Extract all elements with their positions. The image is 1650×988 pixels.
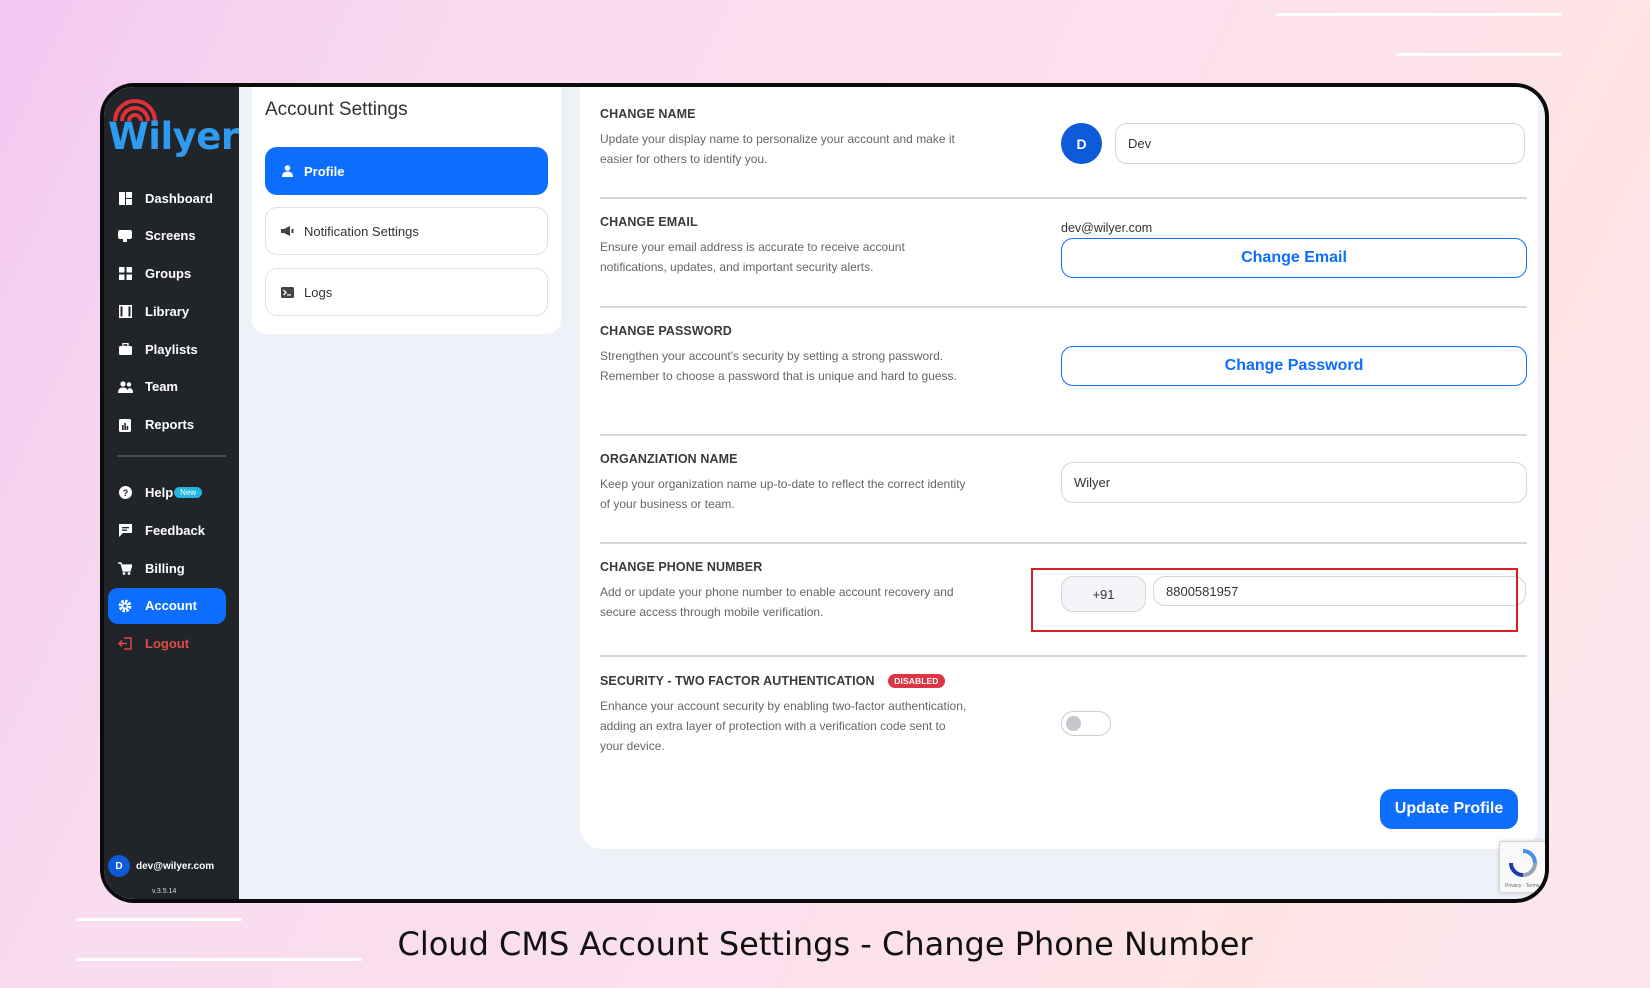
users-icon [117,379,133,395]
change-name-section: CHANGE NAME Update your display name to … [600,107,1527,169]
user-email: dev@wilyer.com [136,860,215,872]
section-divider [600,197,1527,199]
name-input[interactable] [1115,123,1525,164]
account-settings-menu: Account Settings Profile Notification Se… [252,87,561,334]
avatar: D [1061,123,1102,164]
section-title: CHANGE NAME [600,107,696,121]
tab-label: Profile [304,163,345,179]
toggle-knob [1066,716,1081,731]
gear-icon [117,598,133,614]
sidebar-item-label: Feedback [145,522,205,538]
film-icon [117,303,133,319]
sidebar-item-label: Reports [145,417,195,432]
sidebar-nav: Dashboard Screens Groups Library Playlis… [104,180,239,663]
terminal-icon [280,285,294,299]
section-description: Enhance your account security by enablin… [600,699,967,753]
sidebar-item-account[interactable]: Account [108,587,226,624]
logo-wordmark: Wilyer [108,115,239,158]
decorative-line [76,918,242,921]
sidebar-item-label: Dashboard [145,190,213,206]
section-description: Keep your organization name up-to-date t… [600,477,966,511]
dashboard-icon [117,190,133,206]
sidebar-item-label: Logout [145,636,190,651]
sidebar-item-label: Help [145,485,174,500]
new-badge: New [174,487,203,498]
megaphone-icon [280,224,294,238]
status-badge: DISABLED [888,674,945,688]
update-profile-button[interactable]: Update Profile [1380,789,1518,829]
sidebar-item-team[interactable]: Team [104,369,239,405]
section-description: Add or update your phone number to enabl… [600,585,954,619]
profile-settings-card: CHANGE NAME Update your display name to … [580,87,1538,849]
section-divider [600,434,1527,436]
section-title-text: SECURITY - TWO FACTOR AUTHENTICATION [600,674,875,688]
sidebar-item-dashboard[interactable]: Dashboard [104,180,239,216]
sidebar-item-label: Groups [145,266,192,281]
decorative-line [1276,13,1562,16]
app-version: v.3.5.14 [152,888,177,895]
recaptcha-badge[interactable]: Privacy - Terms [1499,841,1545,893]
highlight-box [1031,568,1518,632]
sidebar-item-groups[interactable]: Groups [104,256,239,292]
sidebar-item-label: Screens [145,228,196,244]
organization-section: ORGANZIATION NAME Keep your organization… [600,452,1527,514]
sidebar-item-label: Account [145,598,197,614]
wilyer-logo[interactable]: Wilyer [108,97,239,159]
tab-profile[interactable]: Profile [265,147,548,195]
help-icon: ? [117,485,133,501]
sidebar-item-logout[interactable]: Logout [104,626,239,662]
sidebar-item-feedback[interactable]: Feedback [104,512,239,548]
sidebar-divider [117,454,226,457]
sidebar-item-label: Library [145,303,190,319]
tab-notification-settings[interactable]: Notification Settings [265,207,548,255]
section-description: Strengthen your account's security by se… [600,349,957,383]
change-email-section: CHANGE EMAIL Ensure your email address i… [600,215,1527,278]
report-icon [117,417,133,433]
section-description: Update your display name to personalize … [600,132,955,166]
section-divider [600,306,1527,308]
app-window: Wilyer Dashboard Screens Groups Library … [100,83,1549,903]
organization-input[interactable] [1061,462,1527,503]
grid-icon [117,266,133,282]
current-email: dev@wilyer.com [1061,221,1153,235]
sidebar-item-library[interactable]: Library [104,293,239,329]
user-icon [280,164,294,178]
sidebar-item-reports[interactable]: Reports [104,407,239,443]
two-factor-toggle[interactable] [1061,711,1111,736]
tab-logs[interactable]: Logs [265,268,548,316]
logout-icon [117,636,133,652]
section-divider [600,542,1527,544]
recaptcha-label: Privacy - Terms [1505,883,1540,889]
menu-title: Account Settings [265,99,408,120]
change-email-button[interactable]: Change Email [1061,238,1527,278]
tab-label: Logs [304,284,333,300]
sidebar-item-label: Playlists [145,341,198,357]
decorative-line [1396,53,1562,56]
sidebar: Wilyer Dashboard Screens Groups Library … [104,87,239,899]
section-title: SECURITY - TWO FACTOR AUTHENTICATION DIS… [600,674,1527,688]
tab-label: Notification Settings [304,223,419,239]
avatar: D [108,855,130,877]
section-title: CHANGE PASSWORD [600,324,732,338]
sidebar-item-label: Billing [145,560,185,576]
cart-icon [117,560,133,576]
sidebar-item-billing[interactable]: Billing [104,550,239,586]
svg-text:?: ? [122,488,128,498]
image-caption: Cloud CMS Account Settings - Change Phon… [397,925,1253,963]
sidebar-item-screens[interactable]: Screens [104,218,239,254]
sidebar-item-label: Team [145,379,178,395]
change-password-button[interactable]: Change Password [1061,346,1527,386]
change-password-section: CHANGE PASSWORD Strengthen your account'… [600,324,1527,386]
screen-icon [117,228,133,244]
user-profile-chip[interactable]: D dev@wilyer.com [108,855,214,877]
section-divider [600,655,1527,657]
feedback-icon [117,522,133,538]
sidebar-item-playlists[interactable]: Playlists [104,331,239,367]
briefcase-icon [117,341,133,357]
two-factor-section: SECURITY - TWO FACTOR AUTHENTICATION DIS… [600,674,1527,756]
section-description: Ensure your email address is accurate to… [600,240,905,274]
recaptcha-icon [1509,849,1537,877]
sidebar-item-help[interactable]: ? Help New [104,475,239,511]
